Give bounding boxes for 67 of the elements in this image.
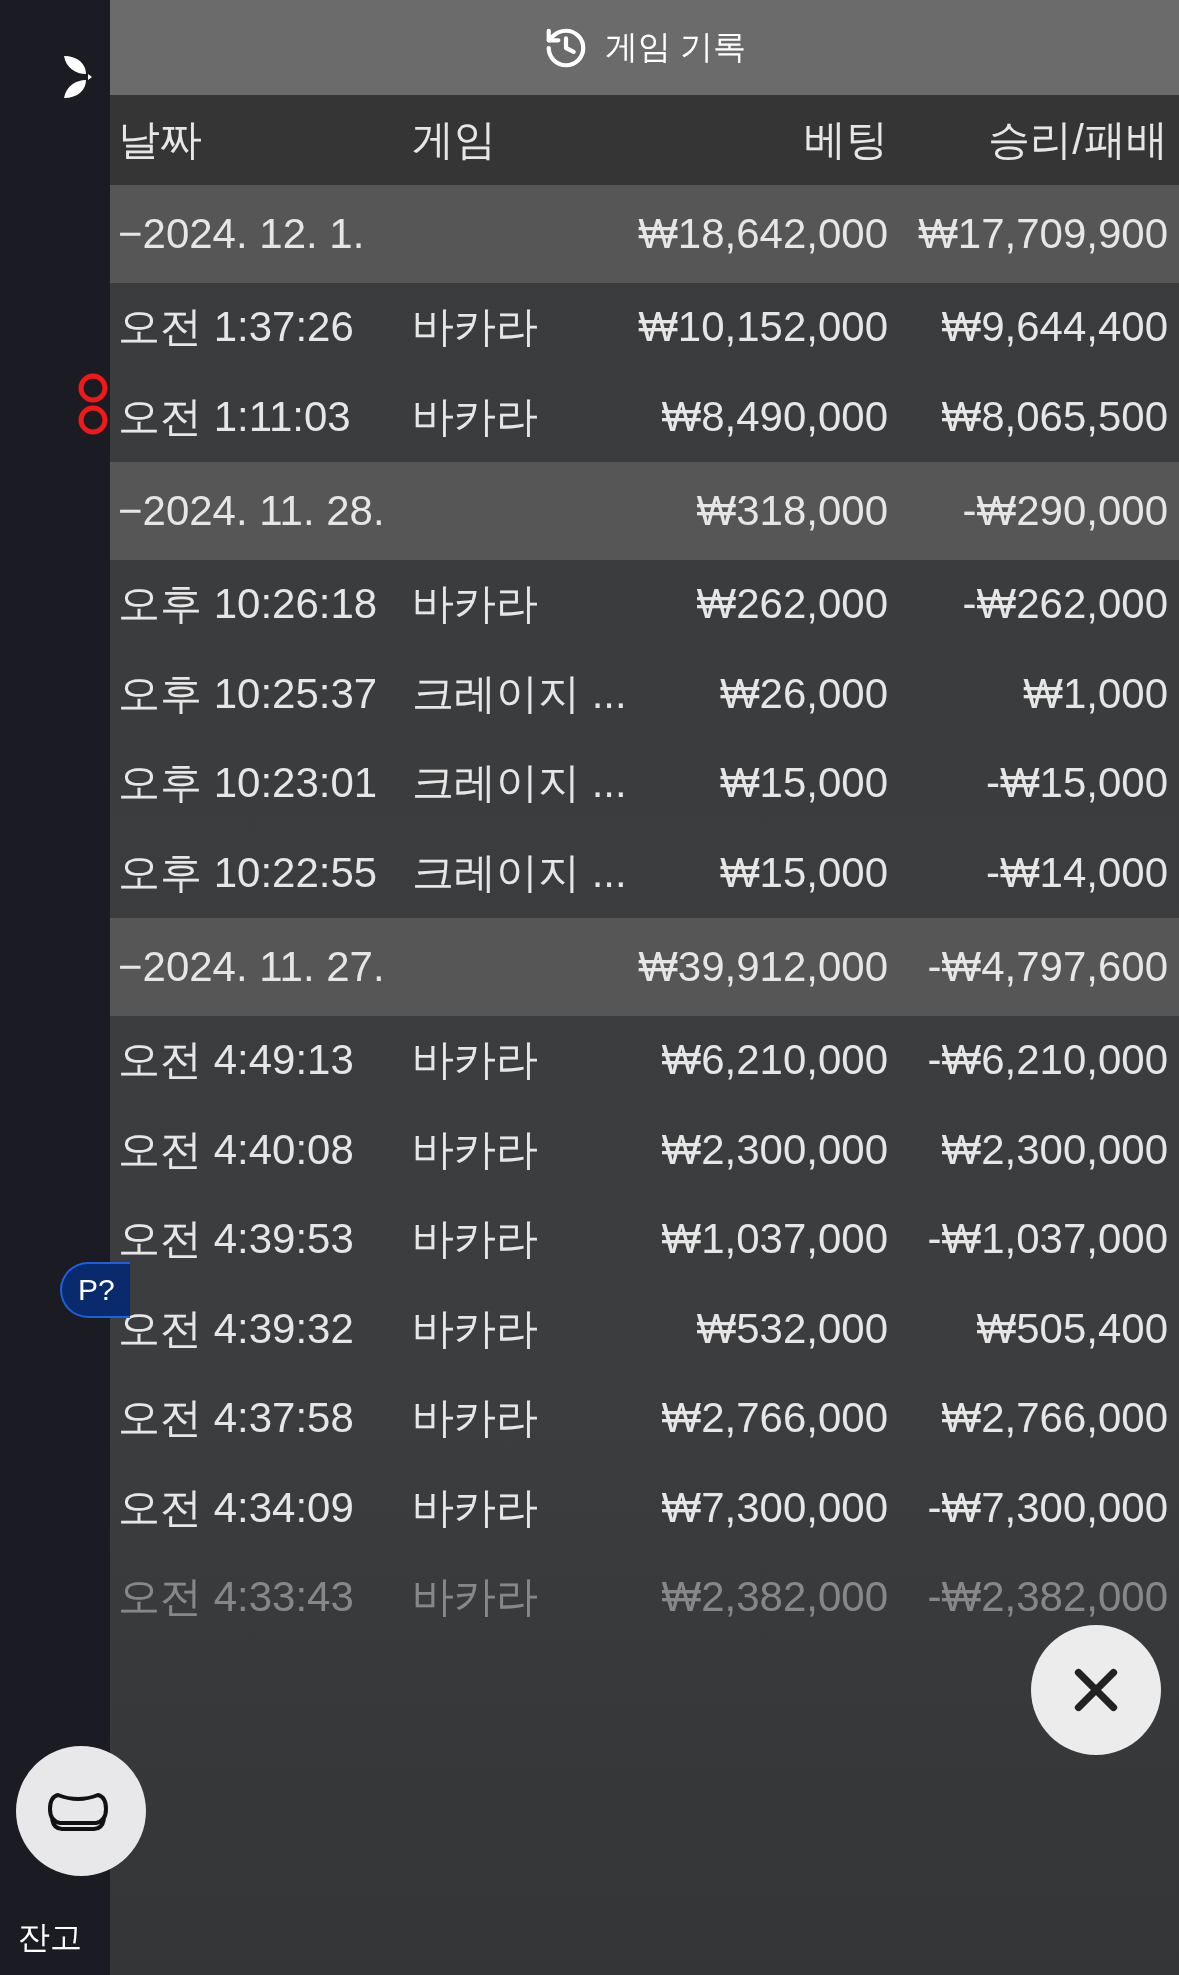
- bet-total: ₩39,912,000: [638, 941, 888, 992]
- time-cell-text: 오전 4:40:08: [118, 1124, 355, 1175]
- bet-cell-text: ₩2,382,000: [660, 1572, 888, 1623]
- result-cell-text: -₩262,000: [961, 579, 1168, 630]
- time-cell-text: 오전 4:39:53: [118, 1214, 355, 1265]
- date-group-header[interactable]: −2024. 12. 1.: [118, 206, 638, 262]
- time-cell-text: 오전 4:49:13: [118, 1035, 355, 1086]
- game-cell-text: 크레이지 ...: [412, 758, 628, 809]
- bet-cell-text: ₩2,766,000: [660, 1393, 888, 1444]
- result-cell-text: ₩505,400: [975, 1303, 1168, 1354]
- bet-cell-text: ₩1,037,000: [660, 1214, 888, 1265]
- bet-cell-text: ₩8,490,000: [660, 391, 888, 442]
- result-cell-text: -₩15,000: [984, 758, 1168, 809]
- result-cell-text: -₩2,382,000: [926, 1572, 1168, 1623]
- window-title: 게임 기록: [604, 27, 747, 67]
- badge[interactable]: P?: [60, 1262, 130, 1318]
- game-cell-text: 바카라: [412, 302, 539, 353]
- result-cell-text: -₩14,000: [984, 847, 1168, 898]
- bet-cell-text: ₩532,000: [695, 1303, 888, 1354]
- result-cell-text: ₩8,065,500: [940, 391, 1168, 442]
- time-cell-text: 오전 1:37:26: [118, 302, 355, 353]
- bet-total: ₩18,642,000: [638, 208, 888, 259]
- result-total: -₩290,000: [961, 485, 1168, 536]
- game-cell-text: 바카라: [412, 1393, 539, 1444]
- bet-total: ₩318,000: [695, 485, 888, 536]
- game-cell-text: 바카라: [412, 391, 539, 442]
- bet-cell-text: ₩15,000: [718, 758, 888, 809]
- result-cell-text: ₩2,766,000: [940, 1393, 1168, 1444]
- time-cell-text: 오전 1:11:03: [118, 391, 352, 442]
- time-cell-text: 오전 4:37:58: [118, 1393, 355, 1444]
- bet-cell-text: ₩6,210,000: [660, 1035, 888, 1086]
- result-cell-text: -₩1,037,000: [926, 1214, 1168, 1265]
- game-cell-text: 바카라: [412, 1303, 539, 1354]
- result-total: ₩17,709,900: [917, 208, 1168, 259]
- bet-cell-text: ₩7,300,000: [660, 1482, 888, 1533]
- game-cell-text: 바카라: [412, 1124, 539, 1175]
- column-header: 승리/패배: [987, 114, 1168, 165]
- bet-cell-text: ₩15,000: [718, 847, 888, 898]
- result-total: -₩4,797,600: [926, 941, 1168, 992]
- game-cell-text: 바카라: [412, 1572, 539, 1623]
- time-cell-text: 오후 10:26:18: [118, 579, 379, 630]
- column-header: 베팅: [803, 114, 888, 165]
- bet-cell-text: ₩2,300,000: [660, 1124, 888, 1175]
- time-cell-text: 오후 10:23:01: [118, 758, 379, 809]
- bet-cell-text: ₩262,000: [695, 579, 888, 630]
- game-cell-text: 크레이지 ...: [412, 668, 628, 719]
- column-header: 날짜: [118, 114, 203, 165]
- bet-cell-text: ₩10,152,000: [638, 302, 888, 353]
- balance-label: 잔고: [18, 1918, 82, 1957]
- result-cell-text: ₩2,300,000: [940, 1124, 1168, 1175]
- time-cell-text: 오전 4:33:43: [118, 1572, 355, 1623]
- result-cell-text: ₩9,644,400: [940, 302, 1168, 353]
- time-cell-text: 오전 4:34:09: [118, 1482, 355, 1533]
- game-cell-text: 바카라: [412, 1035, 539, 1086]
- game-cell-text: 바카라: [412, 579, 539, 630]
- column-header: 게임: [412, 114, 497, 165]
- game-cell-text: 크레이지 ...: [412, 847, 628, 898]
- bet-cell-text: ₩26,000: [718, 668, 888, 719]
- date-group-header[interactable]: −2024. 11. 27.: [118, 939, 638, 995]
- result-cell-text: -₩6,210,000: [926, 1035, 1168, 1086]
- game-cell-text: 바카라: [412, 1482, 539, 1533]
- date-group-header[interactable]: −2024. 11. 28.: [118, 483, 638, 539]
- game-cell-text: 바카라: [412, 1214, 539, 1265]
- result-cell-text: ₩1,000: [1022, 668, 1168, 719]
- time-cell-text: 오후 10:22:55: [118, 847, 379, 898]
- time-cell-text: 오후 10:25:37: [118, 668, 379, 719]
- result-cell-text: -₩7,300,000: [926, 1482, 1168, 1533]
